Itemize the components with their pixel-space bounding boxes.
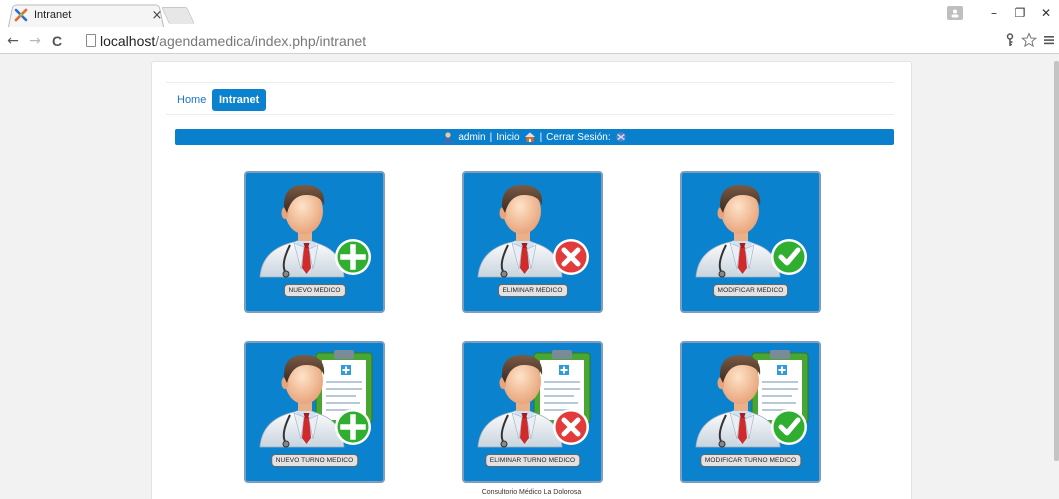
page-scrollbar[interactable]	[1053, 55, 1059, 499]
browser-tab-content[interactable]: Intranet ×	[14, 6, 164, 24]
footer-text: Consultorio Médico La Dolorosa	[481, 489, 582, 496]
page-icon	[86, 34, 96, 47]
minimize-button[interactable]: –	[981, 6, 1007, 20]
tile-label: MODIFICAR TURNO MEDICO	[699, 454, 802, 467]
tile-label: NUEVO TURNO MEDICO	[270, 454, 359, 467]
tile-nuevo-turno-medico[interactable]: NUEVO TURNO MEDICO	[244, 341, 385, 483]
restore-button[interactable]: ❐	[1007, 6, 1033, 20]
tile-eliminar-turno-medico[interactable]: ELIMINAR TURNO MEDICO	[462, 341, 603, 483]
tab-title: Intranet	[34, 9, 72, 21]
url-text[interactable]: localhost/agendamedica/index.php/intrane…	[100, 33, 366, 49]
tile-eliminar-medico[interactable]: ELIMINAR MEDICO	[462, 171, 603, 313]
tile-label: MODIFICAR MEDICO	[712, 284, 789, 297]
window-controls: – ❐ ✕	[947, 0, 1059, 26]
back-arrow-icon[interactable]: ←	[4, 33, 22, 49]
main-nav: Home Intranet	[166, 82, 894, 115]
tab-strip: Intranet × – ❐ ✕	[0, 0, 1059, 28]
cerrar-sesion-label: Cerrar Sesión:	[546, 131, 611, 143]
tile-modificar-turno-medico[interactable]: MODIFICAR TURNO MEDICO	[680, 341, 821, 483]
url-path: /agendamedica/index.php/intranet	[155, 32, 367, 49]
forward-arrow-icon[interactable]: →	[26, 33, 44, 49]
close-window-button[interactable]: ✕	[1033, 6, 1059, 20]
username: admin	[458, 131, 486, 143]
profile-icon[interactable]	[947, 6, 963, 20]
user-bar: admin | Inicio | Cerrar Sesión:	[175, 129, 894, 145]
separator: |	[539, 131, 543, 143]
separator: |	[489, 131, 493, 143]
inicio-link[interactable]: Inicio	[496, 132, 519, 143]
menu-icon[interactable]	[1043, 34, 1055, 46]
toolbar-right	[1005, 32, 1055, 48]
new-tab-button[interactable]	[161, 7, 195, 24]
nav-intranet-link[interactable]: Intranet	[212, 89, 267, 111]
user-icon	[443, 132, 453, 143]
tile-label: ELIMINAR TURNO MEDICO	[484, 454, 581, 467]
joomla-favicon-icon	[14, 8, 28, 22]
tile-nuevo-medico[interactable]: NUEVO MEDICO	[244, 171, 385, 313]
browser-toolbar: ← → C localhost/agendamedica/index.php/i…	[0, 28, 1059, 54]
home-icon[interactable]	[524, 131, 536, 143]
tile-label: NUEVO MEDICO	[283, 284, 346, 297]
logout-icon[interactable]	[615, 131, 627, 143]
nav-home-link[interactable]: Home	[170, 89, 213, 111]
tile-label: ELIMINAR MEDICO	[497, 284, 568, 297]
url-host: localhost	[100, 32, 156, 49]
address-bar[interactable]: localhost/agendamedica/index.php/intrane…	[86, 30, 1004, 51]
star-icon[interactable]	[1021, 32, 1037, 48]
scrollbar-thumb[interactable]	[1054, 61, 1059, 461]
reload-icon[interactable]: C	[48, 33, 66, 49]
tile-modificar-medico[interactable]: MODIFICAR MEDICO	[680, 171, 821, 313]
key-icon[interactable]	[1005, 33, 1015, 47]
